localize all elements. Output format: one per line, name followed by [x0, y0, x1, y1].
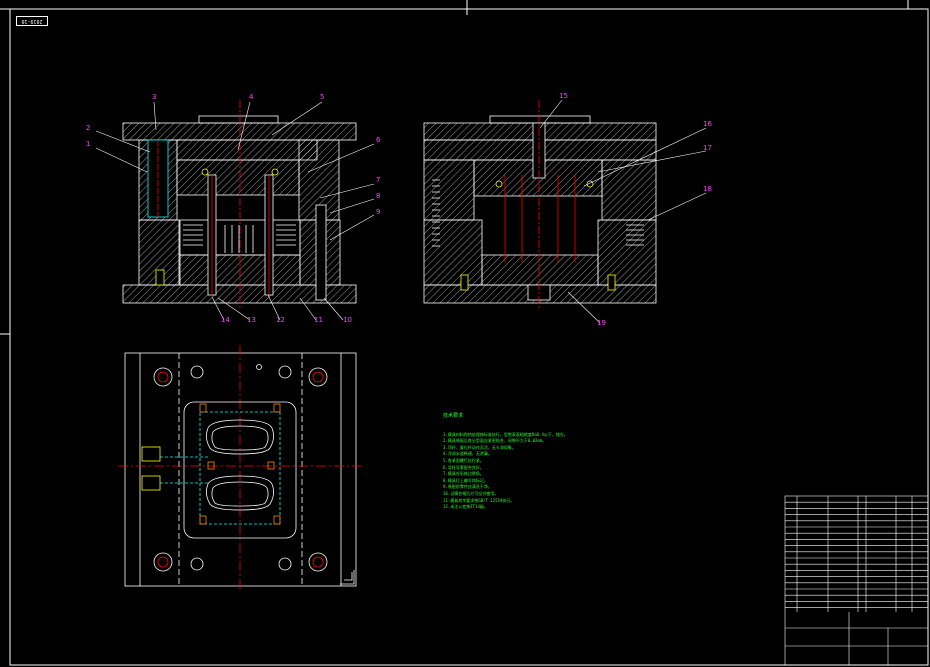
mold-assembly-drawing: 1 2 3 4 5 6 7 8 9 10 11 12 13 14 15 16 1…	[0, 0, 929, 666]
requirement-line: 7.模具外形棱边倒角。	[443, 471, 484, 477]
part-label-19: 19	[597, 319, 606, 327]
part-label-17: 17	[703, 144, 712, 152]
part-label-18: 18	[703, 185, 712, 193]
part-label-3: 3	[152, 93, 156, 101]
part-label-5: 5	[320, 93, 324, 101]
title-block	[784, 495, 929, 666]
part-label-13: 13	[247, 316, 256, 324]
requirement-line: 5.各紧固螺钉应拧紧。	[443, 457, 484, 463]
requirement-line: 2.模具装配后各分型面应紧密贴合，间隙不大于0.02mm。	[443, 438, 547, 444]
part-label-15: 15	[559, 92, 568, 100]
technical-requirements: 技术要求 1.模具材料和热处理按标准执行，型腔表面粗糙度Ra0.4以下，抛光。 …	[443, 413, 613, 511]
part-label-1: 1	[86, 140, 90, 148]
part-label-7: 7	[376, 176, 380, 184]
requirement-line: 12.未注公差按IT14级。	[443, 504, 488, 510]
part-label-2: 2	[86, 124, 90, 132]
part-label-11: 11	[314, 316, 323, 324]
part-label-4: 4	[249, 93, 254, 101]
technical-requirements-heading: 技术要求	[443, 413, 464, 419]
requirement-line: 9.装配前零件应清洗干净。	[443, 484, 492, 490]
plan-view	[118, 345, 362, 592]
side-section-view	[423, 100, 657, 310]
part-label-14: 14	[221, 316, 230, 324]
front-section-view	[122, 100, 357, 310]
requirement-line: 4.冷却水道畅通，无渗漏。	[443, 451, 492, 457]
part-label-16: 16	[703, 120, 712, 128]
title-stamp: 2019-10	[16, 16, 48, 26]
part-label-9: 9	[376, 208, 380, 216]
part-label-8: 8	[376, 192, 380, 200]
requirement-line: 10.试模合格后方可交付使用。	[443, 490, 499, 496]
part-label-6: 6	[376, 136, 381, 144]
part-label-10: 10	[343, 316, 352, 324]
part-label-12: 12	[276, 316, 285, 324]
sheet-border	[0, 0, 929, 666]
